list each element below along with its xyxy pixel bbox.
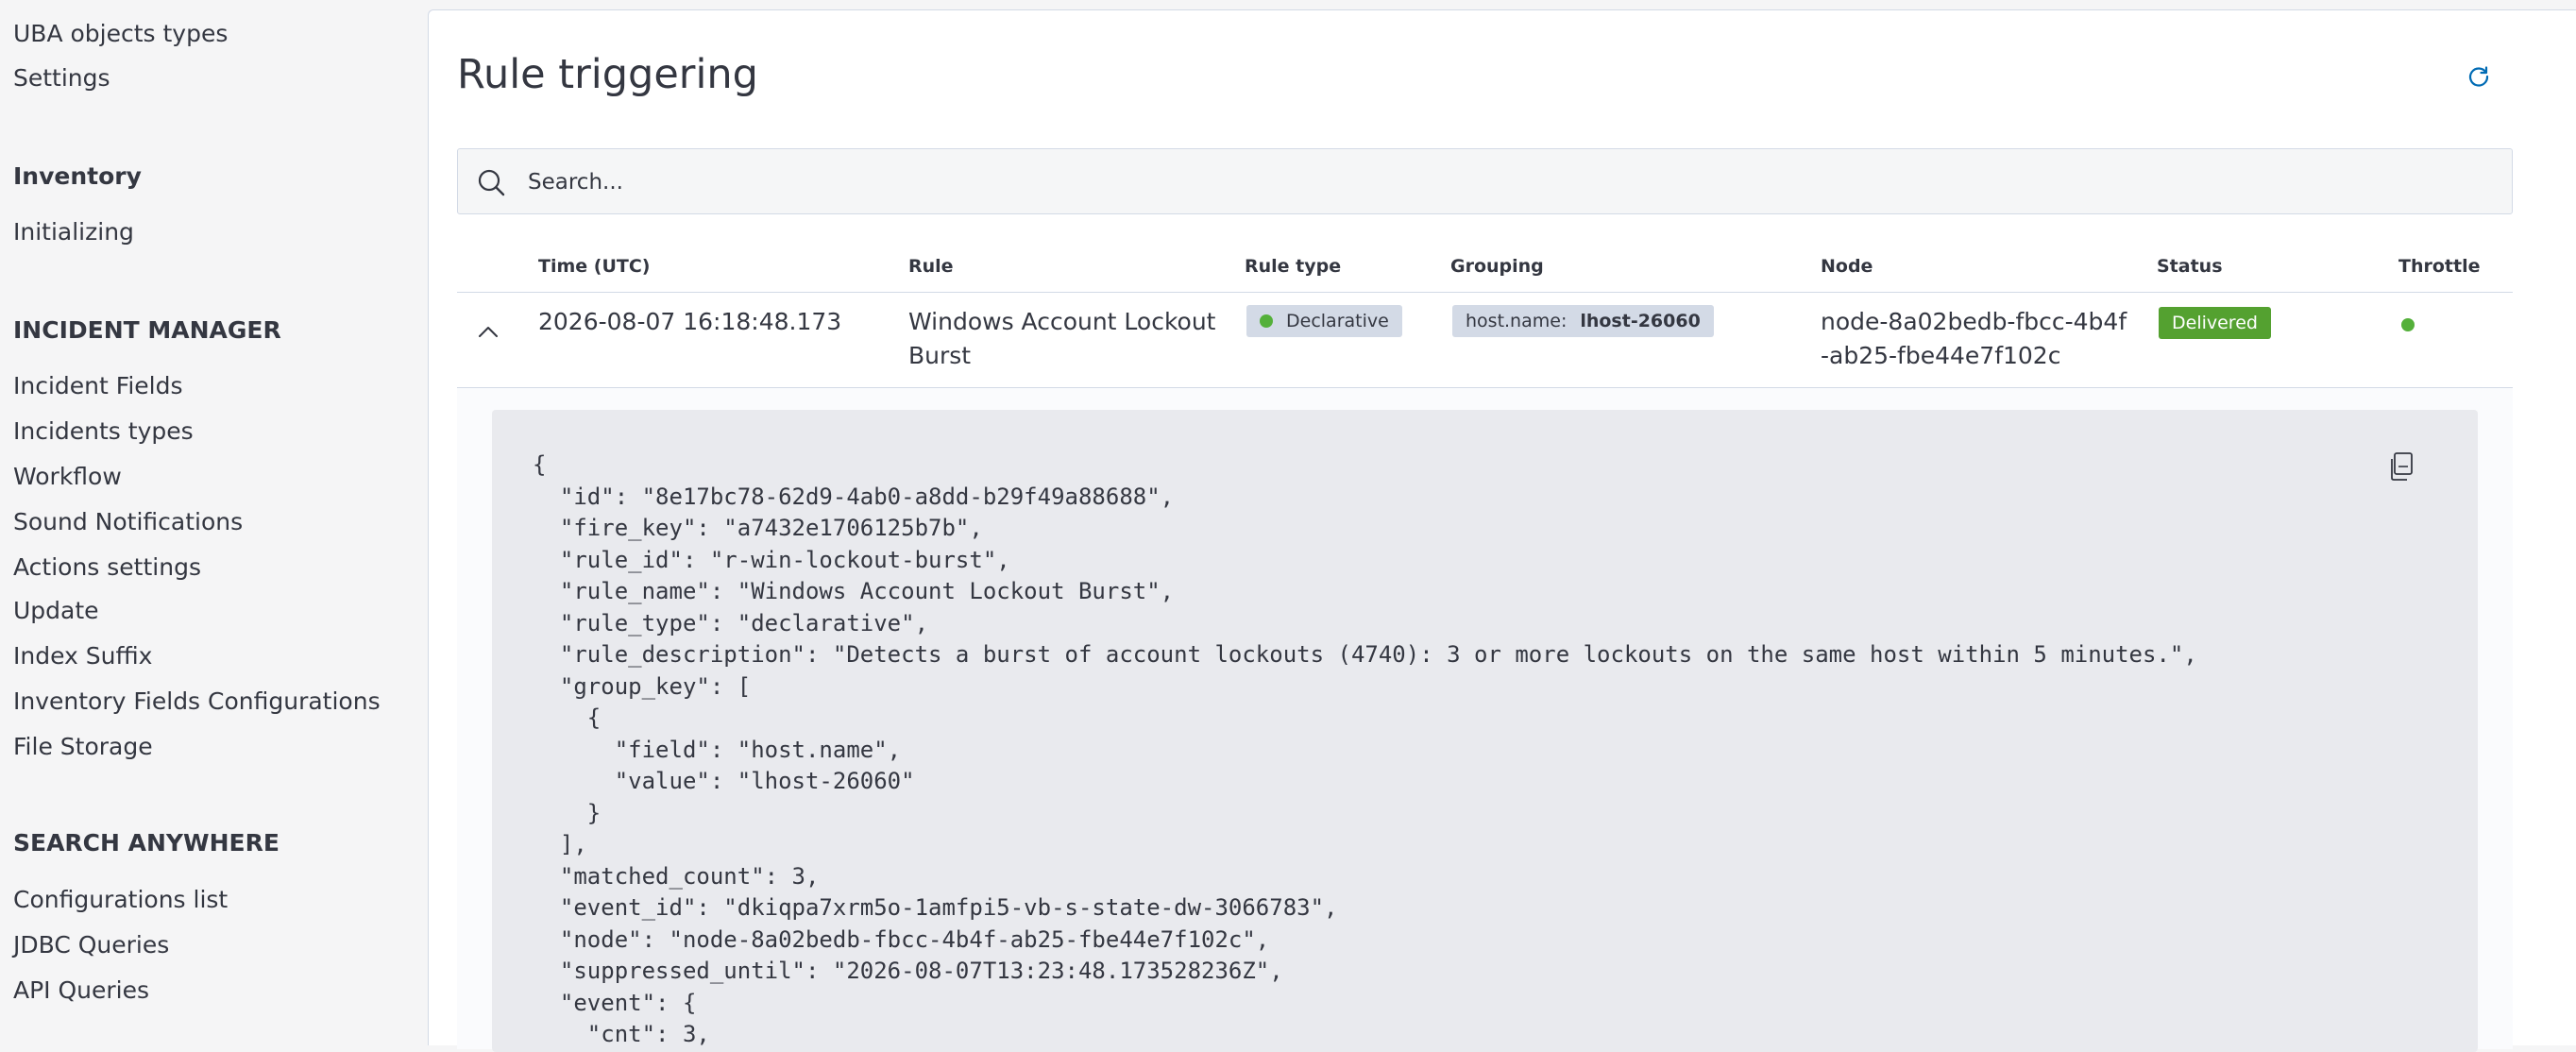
sidebar-item-update[interactable]: Update bbox=[13, 596, 99, 626]
sidebar-item-file-storage[interactable]: File Storage bbox=[13, 732, 153, 762]
sidebar-item-jdbc-queries[interactable]: JDBC Queries bbox=[13, 930, 169, 960]
column-header-node[interactable]: Node bbox=[1821, 254, 1873, 279]
sidebar-item-inventory-fields-configurations[interactable]: Inventory Fields Configurations bbox=[13, 687, 381, 717]
sidebar-heading-incident-manager: INCIDENT MANAGER bbox=[13, 316, 281, 344]
table-row[interactable]: 2026-08-07 16:18:48.173 Windows Account … bbox=[457, 293, 2513, 388]
sidebar-item-settings[interactable]: Settings bbox=[13, 63, 110, 93]
search-box[interactable] bbox=[457, 148, 2513, 215]
cell-node: node-8a02bedb-fbcc-4b4f-ab25-fbe44e7f102… bbox=[1821, 308, 2127, 369]
cell-rule: Windows Account Lockout Burst bbox=[908, 308, 1216, 369]
sidebar-item-uba-objects-types[interactable]: UBA objects types bbox=[13, 19, 228, 49]
search-icon bbox=[478, 169, 505, 196]
sidebar-item-api-queries[interactable]: API Queries bbox=[13, 976, 149, 1006]
sidebar-heading-search-anywhere: SEARCH ANYWHERE bbox=[13, 829, 280, 857]
page-title: Rule triggering bbox=[457, 51, 758, 98]
search-input[interactable] bbox=[526, 149, 2494, 215]
rule-type-label: Declarative bbox=[1286, 311, 1389, 331]
status-badge: Delivered bbox=[2159, 307, 2271, 339]
throttle-indicator-icon bbox=[2401, 318, 2415, 331]
refresh-icon bbox=[2468, 66, 2489, 87]
refresh-button[interactable] bbox=[2462, 59, 2496, 93]
copy-icon[interactable] bbox=[2386, 450, 2418, 484]
row-details: { "id": "8e17bc78-62d9-4ab0-a8dd-b29f49a… bbox=[457, 388, 2513, 1052]
grouping-key: host.name: bbox=[1466, 311, 1568, 331]
sidebar-item-configurations-list[interactable]: Configurations list bbox=[13, 885, 228, 915]
column-header-status[interactable]: Status bbox=[2157, 254, 2223, 279]
sidebar-item-incidents-types[interactable]: Incidents types bbox=[13, 416, 194, 447]
grouping-badge: host.name: lhost-26060 bbox=[1452, 305, 1714, 337]
column-header-time[interactable]: Time (UTC) bbox=[538, 254, 650, 279]
column-header-throttle[interactable]: Throttle bbox=[2398, 254, 2480, 279]
json-viewer: { "id": "8e17bc78-62d9-4ab0-a8dd-b29f49a… bbox=[492, 410, 2478, 1052]
sidebar-item-initializing[interactable]: Initializing bbox=[13, 217, 134, 247]
sidebar: UBA objects types Settings Inventory Ini… bbox=[0, 0, 428, 1044]
main-panel: Rule triggering Time (UTC) Rule Rule typ… bbox=[428, 9, 2576, 1052]
sidebar-item-sound-notifications[interactable]: Sound Notifications bbox=[13, 507, 243, 537]
sidebar-item-incident-fields[interactable]: Incident Fields bbox=[13, 371, 182, 401]
rule-type-badge: Declarative bbox=[1246, 305, 1402, 337]
column-header-rule[interactable]: Rule bbox=[908, 254, 954, 279]
grouping-value: lhost-26060 bbox=[1580, 311, 1701, 331]
chevron-up-icon[interactable] bbox=[472, 315, 504, 348]
status-dot-icon bbox=[1260, 314, 1273, 328]
json-content: { "id": "8e17bc78-62d9-4ab0-a8dd-b29f49a… bbox=[533, 451, 2197, 1047]
cell-time: 2026-08-07 16:18:48.173 bbox=[538, 308, 842, 335]
column-header-rule-type[interactable]: Rule type bbox=[1245, 254, 1341, 279]
sidebar-item-actions-settings[interactable]: Actions settings bbox=[13, 552, 201, 583]
sidebar-item-workflow[interactable]: Workflow bbox=[13, 462, 122, 492]
column-header-grouping[interactable]: Grouping bbox=[1450, 254, 1544, 279]
sidebar-heading-inventory: Inventory bbox=[13, 162, 142, 190]
sidebar-item-index-suffix[interactable]: Index Suffix bbox=[13, 641, 152, 671]
